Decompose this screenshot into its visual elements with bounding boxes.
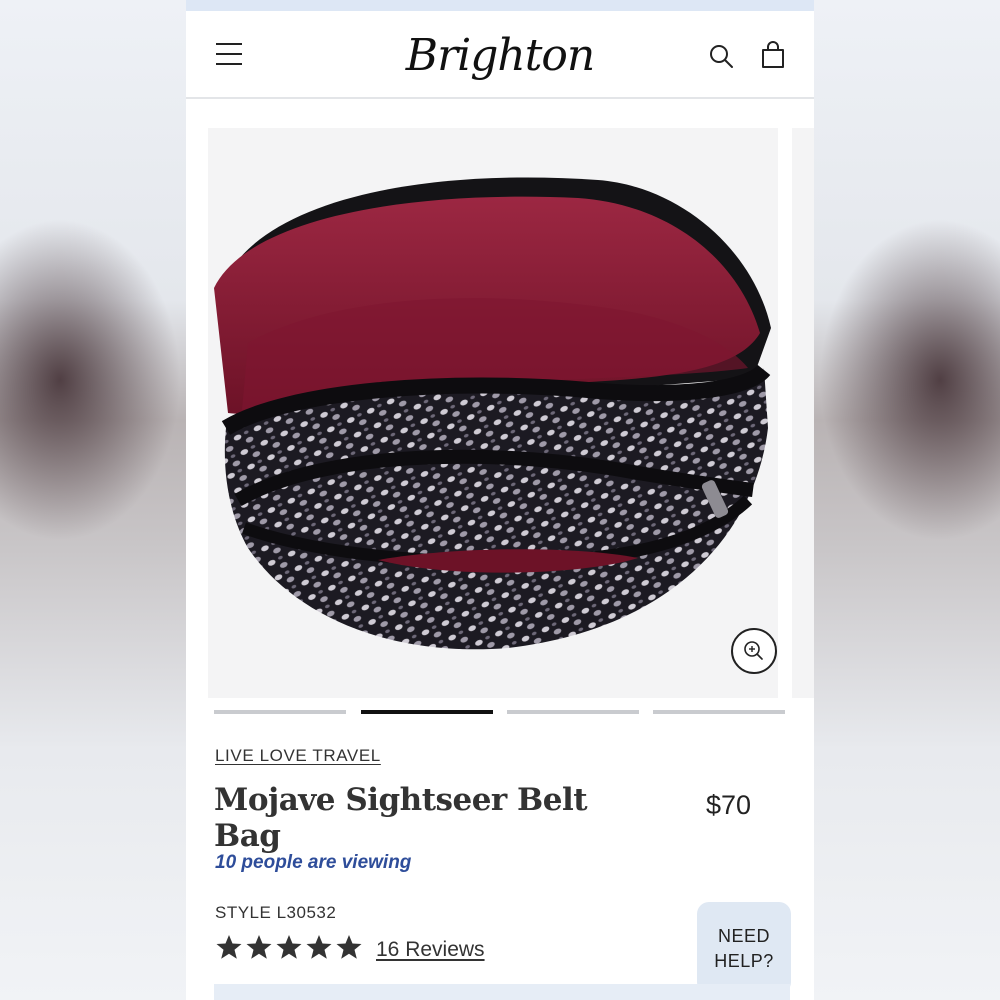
zoom-in-icon <box>744 641 763 660</box>
menu-icon[interactable] <box>214 39 244 69</box>
need-help-line1: NEED <box>717 926 770 946</box>
style-number: STYLE L30532 <box>215 903 337 922</box>
belt-bag-photo <box>214 177 771 650</box>
brand-logo-text: Brighton <box>405 30 595 81</box>
slide-indicator-4[interactable] <box>653 710 785 714</box>
need-help-button[interactable]: NEED HELP? <box>697 902 791 994</box>
product-image[interactable] <box>208 128 778 698</box>
next-slide-peek[interactable] <box>792 128 814 698</box>
product-price: $70 <box>706 790 752 820</box>
collection-link[interactable]: LIVE LOVE TRAVEL <box>215 746 381 766</box>
promo-strip <box>186 0 814 11</box>
viewers-count: 10 people are viewing <box>215 852 412 873</box>
star-icon <box>216 935 242 959</box>
slide-indicator-2[interactable] <box>361 710 493 714</box>
slide-indicator-3[interactable] <box>507 710 639 714</box>
need-help-line2: HELP? <box>714 951 774 971</box>
star-icon <box>246 935 272 959</box>
star-icon <box>336 935 362 959</box>
slide-indicator-1[interactable] <box>214 710 346 714</box>
mobile-page: Brighton LIVE LOVE TRAVEL Mojave Sightse… <box>186 0 814 1000</box>
search-icon[interactable] <box>708 43 734 69</box>
star-icon <box>306 935 332 959</box>
zoom-button[interactable] <box>731 628 777 674</box>
add-to-bag-bar[interactable] <box>214 984 790 1000</box>
gallery-pagination <box>214 710 786 716</box>
reviews-link[interactable]: 16 Reviews <box>376 938 485 962</box>
product-title: Mojave Sightseer Belt Bag <box>214 782 588 854</box>
shopping-bag-icon[interactable] <box>760 41 786 69</box>
rating-stars[interactable] <box>214 932 364 964</box>
site-header: Brighton <box>186 11 814 99</box>
star-icon <box>276 935 302 959</box>
brand-logo[interactable]: Brighton <box>382 23 618 89</box>
